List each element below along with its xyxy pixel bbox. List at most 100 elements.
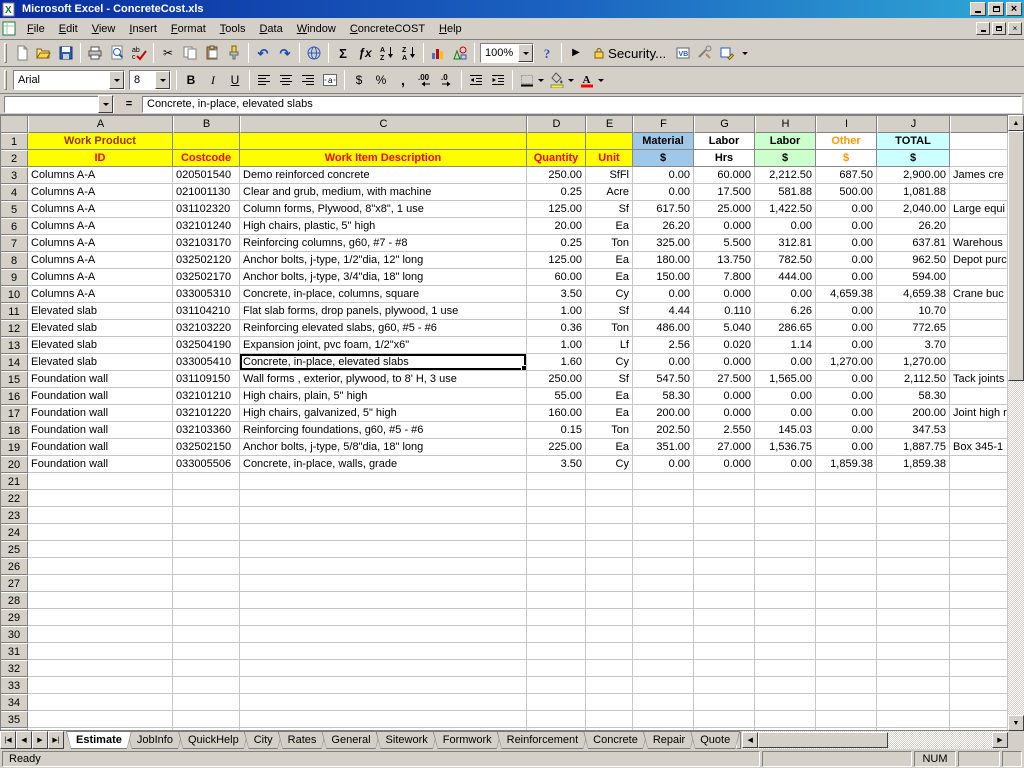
scroll-right-icon[interactable]: ▶ [992,732,1008,748]
last-sheet-button[interactable]: ▶| [48,731,64,749]
cell-G27[interactable] [694,575,755,592]
cell-D20[interactable]: 3.50 [527,456,586,473]
cell-C27[interactable] [240,575,527,592]
cell-H19[interactable]: 1,536.75 [755,439,816,456]
cell-C29[interactable] [240,609,527,626]
cell-I15[interactable]: 0.00 [816,371,877,388]
cell-J17[interactable]: 200.00 [877,405,950,422]
cell-D21[interactable] [527,473,586,490]
cell-B10[interactable]: 033005310 [173,286,240,303]
menu-view[interactable]: View [85,21,123,37]
cell-B12[interactable]: 032103220 [173,320,240,337]
cell-C28[interactable] [240,592,527,609]
cell-G6[interactable]: 0.000 [694,218,755,235]
cell-B35[interactable] [173,711,240,728]
cell-D31[interactable] [527,643,586,660]
cell-G5[interactable]: 25.000 [694,201,755,218]
horizontal-scrollbar[interactable]: ◀ ▶ [742,731,1008,749]
cell-D25[interactable] [527,541,586,558]
open-button[interactable] [33,42,55,64]
cell-I34[interactable] [816,694,877,711]
cell-I18[interactable]: 0.00 [816,422,877,439]
cell-B16[interactable]: 032101210 [173,388,240,405]
cell-I22[interactable] [816,490,877,507]
cell-I12[interactable]: 0.00 [816,320,877,337]
cell-A5[interactable]: Columns A-A [28,201,173,218]
cell-A2[interactable]: ID [28,150,173,167]
cell-G2[interactable]: Hrs [694,150,755,167]
cell-B20[interactable]: 033005506 [173,456,240,473]
cell-G10[interactable]: 0.000 [694,286,755,303]
cell-A9[interactable]: Columns A-A [28,269,173,286]
scroll-left-icon[interactable]: ◀ [742,732,758,748]
cell-E12[interactable]: Ton [586,320,633,337]
cell-H18[interactable]: 145.03 [755,422,816,439]
cell-J13[interactable]: 3.70 [877,337,950,354]
cell-E26[interactable] [586,558,633,575]
cell-H31[interactable] [755,643,816,660]
sort-ascending-button[interactable]: AZ [376,42,398,64]
cell-H14[interactable]: 0.00 [755,354,816,371]
cell-F22[interactable] [633,490,694,507]
cell-C14[interactable]: Concrete, in-place, elevated slabs [240,354,527,371]
row-header-31[interactable]: 31 [0,643,28,660]
cell-C33[interactable] [240,677,527,694]
cell-H21[interactable] [755,473,816,490]
workbook-minimize-icon[interactable] [976,22,990,35]
cell-G9[interactable]: 7.800 [694,269,755,286]
row-header-25[interactable]: 25 [0,541,28,558]
cell-D4[interactable]: 0.25 [527,184,586,201]
cell-D35[interactable] [527,711,586,728]
cell-A31[interactable] [28,643,173,660]
align-right-button[interactable] [297,69,319,91]
cell-J19[interactable]: 1,887.75 [877,439,950,456]
cell-B9[interactable]: 032502170 [173,269,240,286]
cell-E23[interactable] [586,507,633,524]
cell-A28[interactable] [28,592,173,609]
cell-A3[interactable]: Columns A-A [28,167,173,184]
cell-B4[interactable]: 021001130 [173,184,240,201]
cell-D32[interactable] [527,660,586,677]
chevron-down-icon[interactable] [98,95,113,113]
menu-help[interactable]: Help [432,21,469,37]
cell-F19[interactable]: 351.00 [633,439,694,456]
cell-I17[interactable]: 0.00 [816,405,877,422]
cell-F29[interactable] [633,609,694,626]
zoom-combo[interactable]: 100% [480,43,534,63]
formula-input[interactable]: Concrete, in-place, elevated slabs [142,96,1022,113]
cell-G11[interactable]: 0.110 [694,303,755,320]
cell-D26[interactable] [527,558,586,575]
col-header-C[interactable]: C [240,115,527,133]
cell-C7[interactable]: Reinforcing columns, g60, #7 - #8 [240,235,527,252]
row-header-8[interactable]: 8 [0,252,28,269]
cell-H13[interactable]: 1.14 [755,337,816,354]
cell-C16[interactable]: High chairs, plain, 5" high [240,388,527,405]
cell-F16[interactable]: 58.30 [633,388,694,405]
row-header-19[interactable]: 19 [0,439,28,456]
cell-E16[interactable]: Ea [586,388,633,405]
cell-A24[interactable] [28,524,173,541]
menu-data[interactable]: Data [252,21,289,37]
cell-C12[interactable]: Reinforcing elevated slabs, g60, #5 - #6 [240,320,527,337]
cell-G21[interactable] [694,473,755,490]
cell-D12[interactable]: 0.36 [527,320,586,337]
cell-A34[interactable] [28,694,173,711]
cell-J32[interactable] [877,660,950,677]
cell-A1[interactable]: Work Product [28,133,173,150]
paste-function-button[interactable]: ƒx [354,42,376,64]
toolbar-options-icon[interactable] [742,52,748,55]
cell-E2[interactable]: Unit [586,150,633,167]
horizontal-scroll-thumb[interactable] [758,732,888,748]
merge-center-button[interactable]: a [319,69,341,91]
cell-C35[interactable] [240,711,527,728]
row-header-17[interactable]: 17 [0,405,28,422]
cell-K17[interactable]: Joint high r [950,405,1008,422]
row-header-26[interactable]: 26 [0,558,28,575]
cell-I35[interactable] [816,711,877,728]
toolbar-handle[interactable] [4,70,7,90]
cell-I24[interactable] [816,524,877,541]
cell-E31[interactable] [586,643,633,660]
cell-D2[interactable]: Quantity [527,150,586,167]
cell-C24[interactable] [240,524,527,541]
cell-B24[interactable] [173,524,240,541]
